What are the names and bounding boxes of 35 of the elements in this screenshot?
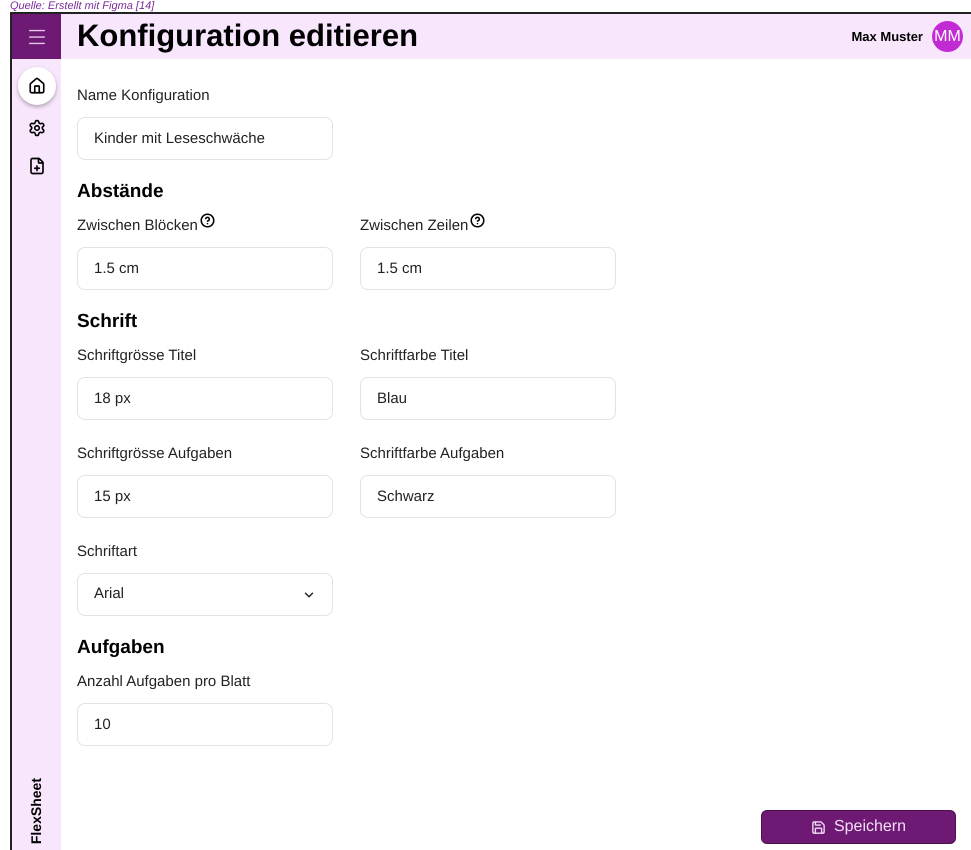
caption: Quelle: Erstellt mit Figma [14] — [10, 0, 154, 12]
input-field[interactable]: Kinder mit Leseschwäche — [77, 117, 333, 160]
field-label: Name Konfiguration — [77, 86, 210, 106]
page-title: Konfiguration editieren — [77, 17, 419, 56]
user-avatar[interactable]: MM — [932, 21, 963, 52]
field-label: Zwischen Blöcken — [77, 216, 198, 236]
input-field[interactable]: 1.5 cm — [360, 247, 616, 290]
help-icon[interactable] — [200, 213, 215, 228]
font-select[interactable]: Arial — [77, 573, 333, 616]
menu-button[interactable] — [12, 14, 61, 59]
input-field[interactable]: 1.5 cm — [77, 247, 333, 290]
input-field[interactable]: Schwarz — [360, 475, 616, 518]
field-label: Zwischen Zeilen — [360, 216, 468, 236]
user-name: Max Muster — [851, 28, 923, 46]
save-icon — [810, 820, 826, 834]
input-field[interactable]: 15 px — [77, 475, 333, 518]
field-label: Schriftart — [77, 542, 138, 562]
brand-name: FlexSheet — [27, 778, 45, 844]
field-label: Schriftgrösse Titel — [77, 346, 196, 366]
settings-icon — [28, 119, 46, 137]
input-field[interactable]: 18 px — [77, 377, 333, 420]
section-heading: Abstände — [77, 180, 165, 204]
sidebar-item[interactable] — [18, 67, 56, 105]
field-label: Schriftfarbe Titel — [360, 346, 468, 366]
help-icon[interactable] — [470, 213, 486, 228]
save-button[interactable]: Speichern — [761, 810, 956, 844]
input-field[interactable]: 10 — [77, 703, 333, 746]
section-heading: Schrift — [77, 310, 138, 334]
input-field[interactable]: Blau — [360, 377, 616, 420]
field-label: Schriftgrösse Aufgaben — [77, 444, 232, 464]
section-heading: Aufgaben — [77, 636, 166, 660]
field-label: Anzahl Aufgaben pro Blatt — [77, 672, 250, 692]
home-icon — [28, 77, 46, 95]
file-plus-icon — [28, 157, 46, 175]
field-label: Schriftfarbe Aufgaben — [360, 444, 504, 464]
